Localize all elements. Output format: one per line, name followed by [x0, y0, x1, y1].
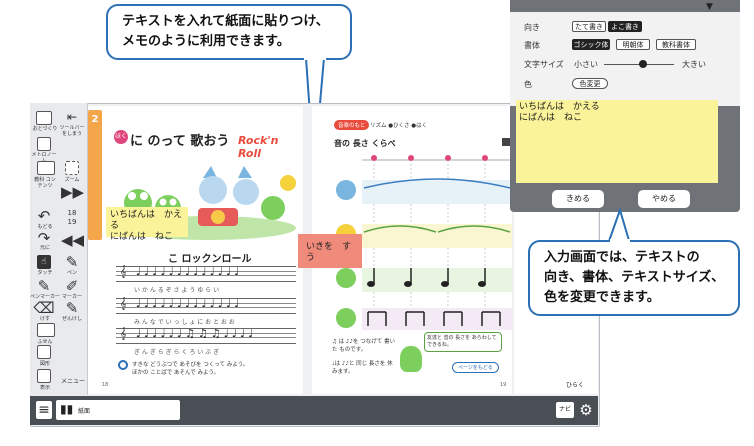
mincho-font-toggle[interactable]: 明朝体: [616, 39, 650, 50]
page-tab: [88, 110, 102, 240]
next-page-icon[interactable]: ▶▶: [61, 183, 84, 201]
toolbar-item-label: タッチ: [37, 270, 53, 276]
size-small-label: 小さい: [574, 60, 598, 69]
book-label: 紙面: [78, 408, 91, 415]
section-tag: 音楽のもと: [334, 120, 370, 130]
sticky-note-yellow[interactable]: いちばんは かえる にばんは ねこ: [106, 207, 188, 242]
toolbar-item-label: 教科 コンテンツ: [34, 177, 56, 189]
eraser-icon[interactable]: ⌫: [33, 299, 55, 317]
close-icon[interactable]: [502, 138, 510, 146]
callout-right-line2: 向き、書体、テキストサイズ、: [544, 270, 725, 285]
page-number-top: 18: [67, 209, 77, 217]
shapes-icon[interactable]: [37, 345, 51, 359]
section-title: 音の 長さ くらべ: [334, 139, 396, 148]
metronome-icon[interactable]: [37, 137, 51, 151]
confirm-button[interactable]: きめる: [552, 190, 604, 208]
pen-icon[interactable]: ✎: [61, 253, 83, 271]
navi-button[interactable]: ナビ: [556, 402, 574, 418]
explain-text: ♩は ♪♪と 同じ 長さを 休みます。: [332, 361, 393, 375]
size-label: 文字サイズ: [524, 60, 564, 69]
goal-icon: [118, 360, 128, 370]
notes-row: 𝄞 ♩♩♩♩♩♩♩♩♩♩♩♩♩: [120, 297, 243, 310]
textbook-font-toggle[interactable]: 教科書体: [656, 39, 696, 50]
prev-page-icon[interactable]: ◀◀: [61, 231, 84, 249]
memo-text-input[interactable]: いちばんは かえる にばんは ねこ: [516, 100, 718, 183]
bullet-text: すきな どうぶつで あそびを つくって みよう。: [132, 362, 249, 368]
textbook-page-left: 2 ほく に のって 歌おう Rock'n Roll こ ロックンロール 𝄞 ♩…: [88, 106, 303, 394]
toolbar-item-label: 図形: [39, 361, 50, 367]
undo-icon[interactable]: ↶: [33, 207, 55, 225]
orientation-label: 向き: [524, 23, 540, 32]
toolbar: おとづくり ⇤ ツールバーをしまう メトロノーム 教科 コンテンツ ズーム ▶▶…: [30, 103, 88, 395]
callout-right-line3: 色を変更できます。: [544, 290, 660, 305]
toolbar-hide-label: ツールバー をしまう: [59, 125, 85, 137]
page-number-bottom: 19: [67, 218, 77, 226]
callout-right: 入力画面では、テキストの 向き、書体、テキストサイズ、 色を変更できます。: [528, 240, 740, 316]
color-label: 色: [524, 80, 532, 89]
book-tab[interactable]: ▮▮ 紙面: [56, 400, 180, 420]
clear-all-icon[interactable]: ✎: [61, 299, 83, 317]
gothic-font-toggle[interactable]: ゴシック体: [572, 39, 610, 50]
lyrics-line: み ん な で い っ し ょ に お と お お: [134, 319, 235, 326]
back-page-link[interactable]: ページをもどる: [452, 362, 499, 373]
zoom-icon[interactable]: [65, 161, 79, 175]
lyrics-line: ぎ ん ぎ ら ぎ ら く ろ い ぶ ぎ: [134, 349, 220, 356]
toolbar-item-label: ぜんけし: [61, 316, 82, 322]
lyrics-line: い か ん る ぞ さ よ う ゆ ら い: [134, 287, 220, 294]
callout-top: テキストを入れて紙面に貼りつけ、 メモのように利用できます。: [106, 4, 352, 60]
color-change-button[interactable]: 色変更: [572, 78, 608, 89]
book-icon: ▮▮: [60, 402, 74, 416]
callout-right-pointer-mask: [610, 239, 630, 243]
toolbar-item-label: 表示: [39, 385, 50, 391]
lesson-title: に のって 歌おう: [130, 134, 230, 149]
toolbar-item-label: おとづくり: [32, 126, 58, 132]
bullet-text: ほかの ことばで あそんで みよう。: [132, 370, 220, 376]
explain-text: ♫ は ♪♪を つなげて 書いた ものです。: [332, 339, 395, 353]
page-number-left: 18: [102, 382, 109, 388]
toolbar-item-label: けす: [39, 316, 50, 322]
contents-icon[interactable]: [37, 161, 55, 175]
gear-icon[interactable]: ⚙: [578, 400, 594, 420]
callout-top-line2: メモのように利用できます。: [122, 34, 290, 49]
toolbar-item-label: ペン: [66, 270, 77, 276]
section-items: リズム ●ひくさ ●はく: [370, 123, 428, 129]
page-number-right: 19: [500, 382, 507, 388]
size-slider-thumb[interactable]: [638, 60, 647, 68]
song-title: こ ロックンロール: [168, 254, 252, 265]
vertical-writing-toggle[interactable]: たて書き: [572, 21, 606, 32]
pen-marker-icon[interactable]: ✎: [33, 277, 55, 295]
panel-collapse-icon[interactable]: ▼: [706, 2, 713, 12]
display-icon[interactable]: [37, 369, 51, 383]
touch-icon[interactable]: ☝: [37, 255, 51, 269]
callout-right-line1: 入力画面では、テキストの: [544, 250, 700, 265]
size-large-label: 大きい: [682, 60, 706, 69]
frog-mascot: [400, 346, 422, 372]
cancel-button[interactable]: やめる: [638, 190, 690, 208]
piano-icon[interactable]: [36, 111, 52, 125]
sticky-note-icon[interactable]: [37, 323, 55, 337]
font-label: 書体: [524, 41, 540, 50]
bottom-bar: ≡ ▮▮ 紙面 ナビ ⚙: [30, 396, 598, 425]
collapse-toolbar-icon[interactable]: ⇤: [61, 108, 83, 126]
callout-top-line1: テキストを入れて紙面に貼りつけ、: [122, 14, 329, 29]
speech-bubble: 友達と 音の 長さを あらわして できるね。: [424, 332, 502, 352]
toolbar-item-label: 元に: [39, 245, 50, 251]
marker-icon[interactable]: ✐: [61, 277, 83, 295]
page-number-tab: 2: [91, 114, 99, 125]
menu-label[interactable]: メニュー: [60, 379, 86, 385]
notes-row: 𝄞 ♩♩♩♩♩♩♩♩♩♩♩♩♩: [120, 265, 243, 278]
sticky-note-red[interactable]: いきを すう: [298, 234, 362, 268]
notes-row: 𝄞 ♩♩♩♩♩♩♫♫♫♩♩♩♩: [120, 327, 257, 340]
title-badge: ほく: [114, 130, 128, 144]
horizontal-writing-toggle[interactable]: よこ書き: [608, 21, 642, 32]
menu-icon[interactable]: ≡: [36, 401, 52, 419]
open-page-button[interactable]: ひらく: [560, 380, 590, 389]
